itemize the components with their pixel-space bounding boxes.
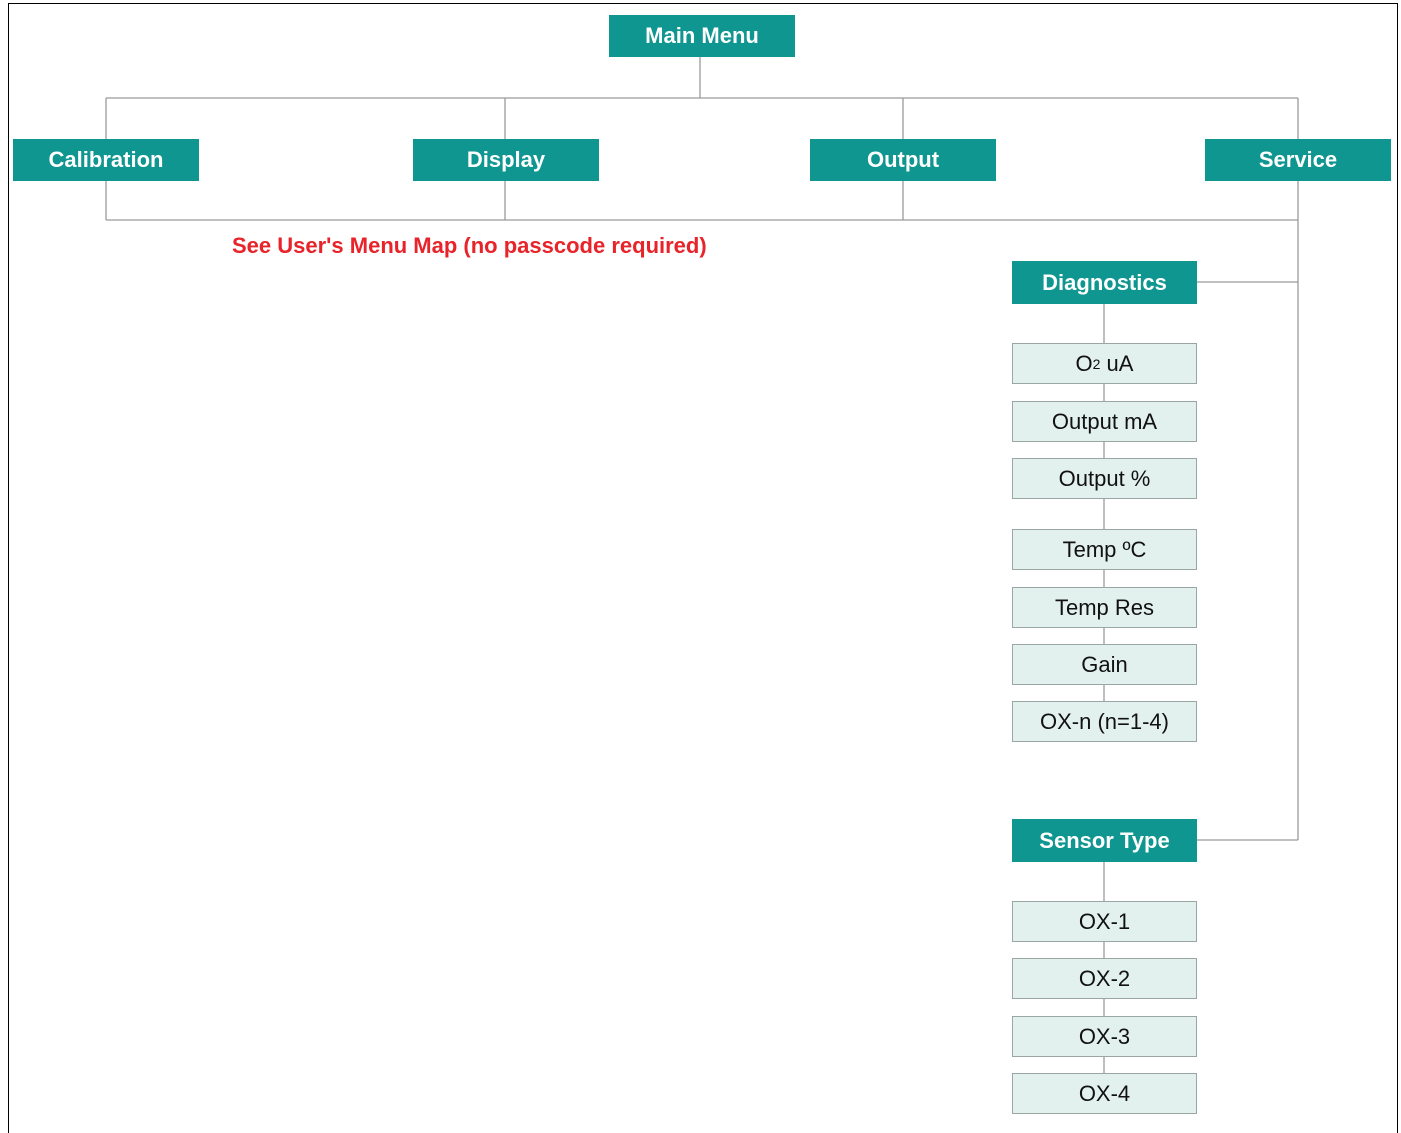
output-percent-node: Output % bbox=[1012, 458, 1197, 499]
gain-node: Gain bbox=[1012, 644, 1197, 685]
temp-c-node: Temp ºC bbox=[1012, 529, 1197, 570]
sensor-type-node: Sensor Type bbox=[1012, 819, 1197, 862]
ox-1-node: OX-1 bbox=[1012, 901, 1197, 942]
diagnostics-node: Diagnostics bbox=[1012, 261, 1197, 304]
display-node: Display bbox=[413, 139, 599, 181]
main-menu-node: Main Menu bbox=[609, 15, 795, 57]
passcode-note: See User's Menu Map (no passcode require… bbox=[232, 233, 707, 258]
ox-n-node: OX-n (n=1-4) bbox=[1012, 701, 1197, 742]
o2-subscript: 2 bbox=[1092, 355, 1101, 372]
o2-suffix: uA bbox=[1100, 350, 1134, 376]
ox-4-node: OX-4 bbox=[1012, 1073, 1197, 1114]
o2-ua-node: O2 uA bbox=[1012, 343, 1197, 384]
o2-prefix: O bbox=[1075, 350, 1093, 376]
ox-2-node: OX-2 bbox=[1012, 958, 1197, 999]
output-ma-node: Output mA bbox=[1012, 401, 1197, 442]
ox-3-node: OX-3 bbox=[1012, 1016, 1197, 1057]
calibration-node: Calibration bbox=[13, 139, 199, 181]
service-node: Service bbox=[1205, 139, 1391, 181]
output-node: Output bbox=[810, 139, 996, 181]
temp-res-node: Temp Res bbox=[1012, 587, 1197, 628]
